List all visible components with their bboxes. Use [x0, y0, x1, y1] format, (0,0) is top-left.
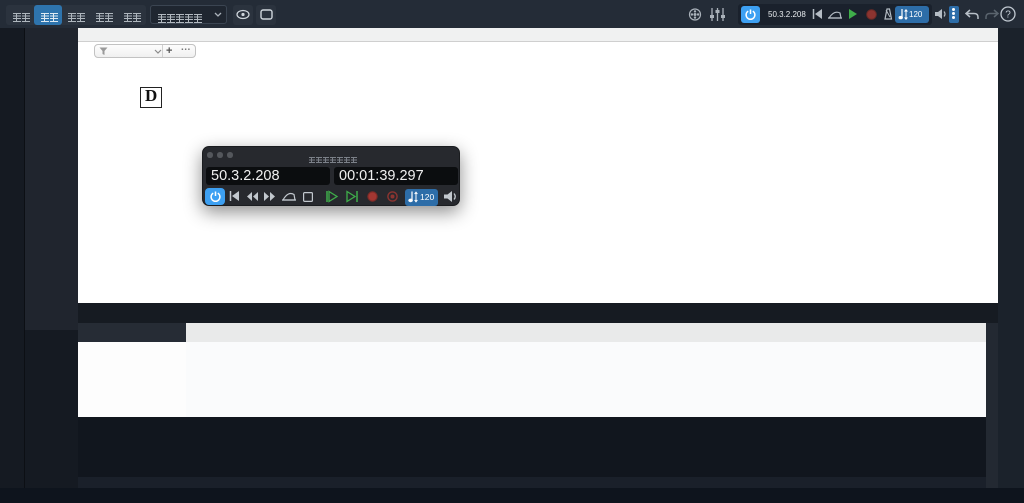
svg-text:?: ?	[1005, 10, 1011, 21]
